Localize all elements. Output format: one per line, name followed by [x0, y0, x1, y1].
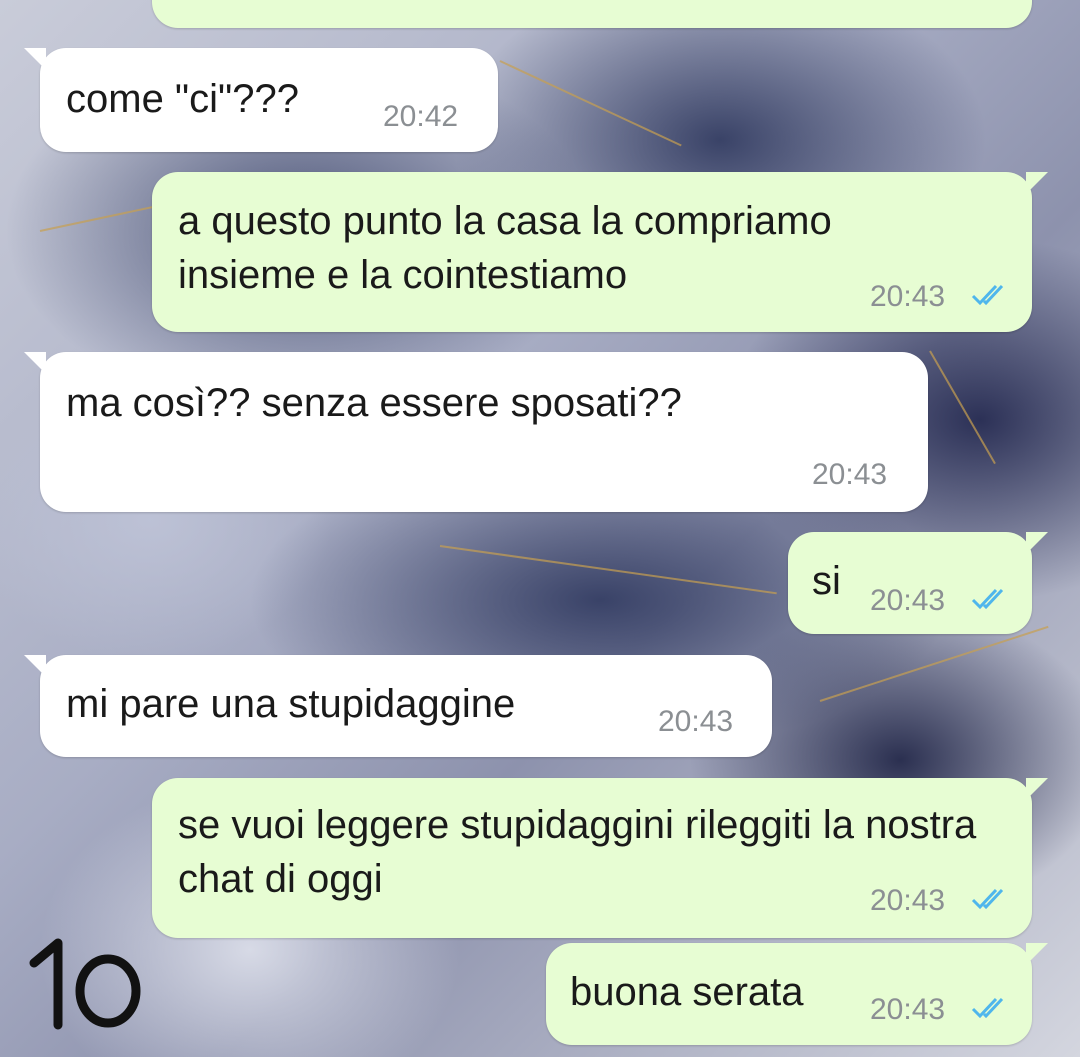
double-check-read-icon: [971, 588, 1004, 610]
message-text: ma così?? senza essere sposati??: [66, 381, 682, 425]
message-timestamp: 20:43: [870, 584, 946, 617]
message-bubble-incoming[interactable]: ma così?? senza essere sposati?? 20:43: [24, 352, 928, 512]
message-bubble-previous[interactable]: [152, 0, 1032, 28]
message-text: buona serata: [570, 970, 804, 1014]
double-check-read-icon: [971, 888, 1004, 910]
double-check-read-icon: [971, 997, 1004, 1019]
message-timestamp: 20:43: [870, 280, 946, 313]
message-text: a questo punto la casa la compriamo insi…: [178, 199, 843, 297]
message-timestamp: 20:42: [383, 100, 459, 133]
message-bubble-outgoing[interactable]: se vuoi leggere stupidaggini rileggiti l…: [152, 778, 1048, 938]
message-bubble-outgoing[interactable]: si 20:43: [788, 532, 1048, 634]
message-timestamp: 20:43: [812, 458, 888, 491]
handwritten-number-annotation: [29, 938, 141, 1030]
message-text: mi pare una stupidaggine: [66, 682, 516, 726]
double-check-read-icon: [971, 284, 1004, 306]
message-timestamp: 20:43: [870, 884, 946, 917]
message-text: si: [812, 559, 841, 603]
message-timestamp: 20:43: [870, 993, 946, 1026]
message-text: come "ci"???: [66, 77, 299, 121]
message-bubble-incoming[interactable]: come "ci"??? 20:42: [24, 48, 498, 152]
message-timestamp: 20:43: [658, 705, 734, 738]
message-bubble-incoming[interactable]: mi pare una stupidaggine 20:43: [24, 655, 772, 757]
message-bubble-outgoing[interactable]: buona serata 20:43: [546, 943, 1048, 1045]
message-bubble-outgoing[interactable]: a questo punto la casa la compriamo insi…: [152, 172, 1048, 332]
